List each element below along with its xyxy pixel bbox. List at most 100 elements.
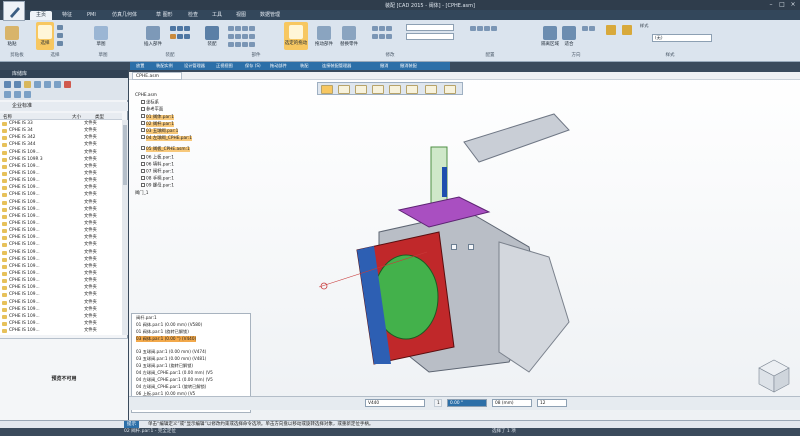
file-row[interactable]: CPHE IS 342 文件夹 [0, 134, 122, 141]
qbar-undo-assembly[interactable]: 撤消装配 [400, 63, 417, 69]
file-row[interactable]: CPHE IS 109... 文件夹 [0, 163, 122, 170]
paste-icon[interactable] [24, 91, 31, 98]
tree-item[interactable]: 参考平面 [141, 107, 163, 113]
part-tools-row-3[interactable] [228, 41, 256, 47]
tab-home[interactable]: 主页 [30, 11, 53, 20]
drag-component-button[interactable]: 拖动部件 [313, 26, 335, 47]
view-mode-icon[interactable] [44, 81, 51, 88]
file-row[interactable]: CPHE IS 109... 文件夹 [0, 227, 122, 234]
command-bar-edit-icon[interactable] [389, 85, 401, 94]
sketch-button[interactable]: 草图 [92, 26, 110, 47]
file-row[interactable]: CPHE IS 109... 文件夹 [0, 249, 122, 256]
search-icon[interactable] [54, 81, 61, 88]
file-row[interactable]: CPHE IS 344 文件夹 [0, 141, 122, 148]
qbar-place[interactable]: 放置 [136, 63, 144, 69]
tab-inspect[interactable]: 检查 [182, 11, 204, 20]
relationship-item[interactable]: 03 五球阀.par:1 (旋转已解锁) [136, 363, 193, 369]
angle-field[interactable]: 0.00 ° [447, 399, 487, 407]
file-row[interactable]: CPHE IS 109... 文件夹 [0, 277, 122, 284]
fit-button[interactable]: 适合 [562, 26, 576, 47]
folder-up-icon[interactable] [24, 81, 31, 88]
file-row[interactable]: CPHE IS 109... 文件夹 [0, 256, 122, 263]
file-row[interactable]: CPHE IS 109... 文件夹 [0, 191, 122, 198]
config-dropdown-2[interactable] [406, 33, 454, 40]
drag-handle-2[interactable] [468, 244, 474, 250]
replace-part-button[interactable]: 替换零件 [337, 26, 361, 47]
insert-component-button[interactable]: 插入部件 [140, 26, 166, 47]
current-folder[interactable]: 企业标准 [0, 102, 128, 111]
assembly-tool-1[interactable] [170, 25, 191, 31]
delete-icon[interactable] [64, 81, 71, 88]
select-tool-2[interactable] [57, 32, 64, 38]
file-row[interactable]: CPHE IS 109... 文件夹 [0, 177, 122, 184]
offset-field[interactable]: 08 (mm) [492, 399, 532, 407]
tab-data-management[interactable]: 数据管理 [254, 11, 286, 20]
relationship-item[interactable]: 04 左球阀_CPHE.par:1 (旋转已解锁) [136, 384, 206, 390]
tree-item[interactable]: 04 左球阀_CPHE.par:1 [141, 135, 193, 141]
step-field[interactable]: 12 [537, 399, 567, 407]
qbar-save[interactable]: 保存 (S) [245, 63, 261, 69]
file-row[interactable]: CPHE IS 34 文件夹 [0, 127, 122, 134]
qbar-design-manager[interactable]: 设计管理器 [184, 63, 205, 69]
tree-item[interactable]: 01 阀体.par:1 [141, 114, 175, 120]
tree-item[interactable]: 阀门_1 [135, 191, 148, 197]
file-row[interactable]: CPHE IS 109... 文件夹 [0, 184, 122, 191]
tab-view[interactable]: 视图 [230, 11, 252, 20]
command-bar-move-icon[interactable] [338, 85, 350, 94]
relationship-item[interactable]: 04 左球阀_CPHE.par:1 (0.00 mm) (V5 [136, 377, 213, 383]
maximize-button[interactable]: □ [777, 1, 787, 9]
relationship-item[interactable]: 04 左球阀_CPHE.par:1 (0.00 mm) (V5 [136, 370, 213, 376]
file-row[interactable]: CPHE IS 109... 文件夹 [0, 306, 122, 313]
tree-item[interactable]: 06 上板.par:1 [141, 155, 174, 161]
file-row[interactable]: CPHE IS 109... 文件夹 [0, 206, 122, 213]
relationship-item[interactable]: 03 五球阀.par:1 (0.00 mm) (V474) [136, 349, 206, 355]
file-row[interactable]: CPHE IS 109... 文件夹 [0, 149, 122, 156]
modify-tools-row-2[interactable] [372, 33, 393, 39]
file-row[interactable]: CPHE IS 33 文件夹 [0, 120, 122, 127]
drag-handle-1[interactable] [451, 244, 457, 250]
tree-item[interactable]: 06 填料.par:1 [141, 162, 174, 168]
qbar-assembly-instance[interactable]: 装配实例 [156, 63, 173, 69]
refresh-icon[interactable] [34, 81, 41, 88]
tree-root[interactable]: CPHE.asm [135, 93, 157, 99]
relationship-item-selected[interactable]: 03 阀体.par:1 (0.00 °) (V440) [136, 336, 197, 342]
assemble-button[interactable]: 装配 [203, 26, 221, 47]
file-row[interactable]: CPHE IS 109... 文件夹 [0, 220, 122, 227]
file-row[interactable]: CPHE IS 109... 文件夹 [0, 327, 122, 334]
file-row[interactable]: CPHE IS 109... 文件夹 [0, 263, 122, 270]
scroll-thumb[interactable] [123, 125, 127, 185]
qbar-undo[interactable]: 撤消 [380, 63, 388, 69]
tree-item[interactable]: 05 阀板_CPHE.asm:1 [141, 146, 190, 152]
qbar-drag-component[interactable]: 拖动部件 [270, 63, 287, 69]
tab-sketch[interactable]: 草 图形 [150, 11, 179, 20]
minimize-button[interactable]: – [766, 1, 776, 9]
tab-tools[interactable]: 工具 [206, 11, 228, 20]
file-row[interactable]: CPHE IS 109... 文件夹 [0, 213, 122, 220]
qbar-front-view[interactable]: 正视视图 [216, 63, 233, 69]
tab-features[interactable]: 特征 [56, 11, 78, 20]
relationship-item[interactable]: 01 阀体.par:1 (0.00 mm) (V580) [136, 322, 202, 328]
style-cube-icon[interactable] [606, 25, 617, 35]
file-row[interactable]: CPHE IS 109... 文件夹 [0, 199, 122, 206]
tree-item[interactable]: 坐标系 [141, 100, 159, 106]
file-row[interactable]: CPHE IS 109... 文件夹 [0, 291, 122, 298]
doc-tab[interactable]: CPHE.asm [132, 72, 182, 80]
file-row[interactable]: CPHE IS 109... 文件夹 [0, 241, 122, 248]
command-bar-rotate-icon[interactable] [355, 85, 367, 94]
selected-drag-button[interactable]: 选定的拖动 [284, 22, 308, 50]
tab-sim-geometry[interactable]: 仿真几何体 [106, 11, 143, 20]
copy-icon[interactable] [14, 91, 21, 98]
isolate-area-button[interactable]: 隔离区域 [540, 26, 560, 47]
command-bar-options-icon[interactable] [425, 85, 437, 94]
file-list-scrollbar[interactable] [122, 120, 128, 335]
style-dropdown[interactable]: (无) [652, 34, 712, 42]
file-row[interactable]: CPHE IS 109... 文件夹 [0, 320, 122, 327]
file-row[interactable]: CPHE IS 109... 文件夹 [0, 299, 122, 306]
config-tools[interactable] [470, 25, 498, 31]
config-dropdown-1[interactable] [406, 24, 454, 31]
file-row[interactable]: CPHE IS 109... 文件夹 [0, 313, 122, 320]
part-tools-row-1[interactable] [228, 25, 256, 31]
tree-item[interactable]: 02 阀杆.par:1 [141, 121, 175, 127]
relationship-item[interactable]: 01 阀体.par:1 (旋转已解锁) [136, 329, 189, 335]
back-icon[interactable] [4, 81, 11, 88]
